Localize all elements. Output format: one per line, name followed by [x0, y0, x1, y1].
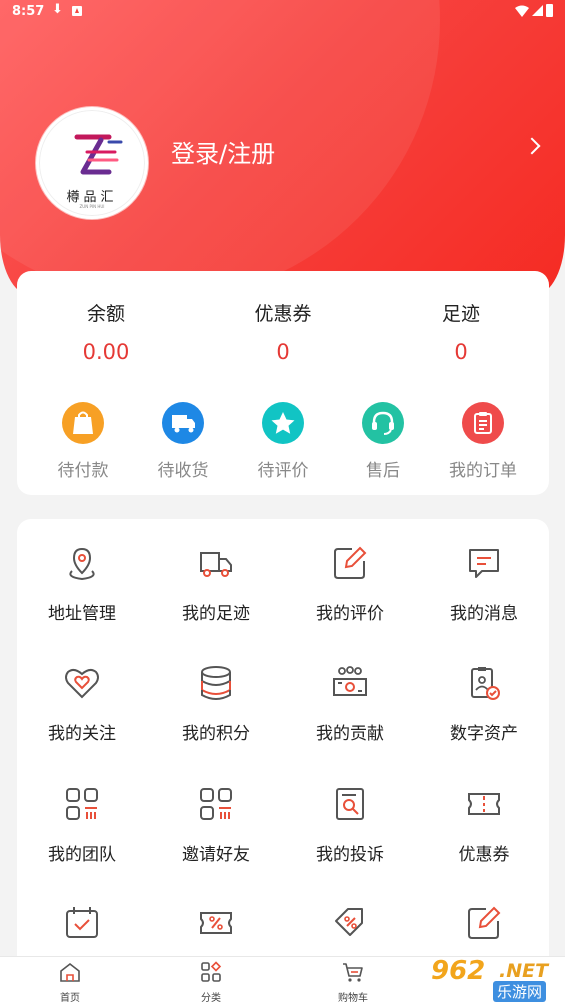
stat-label: 优惠券: [254, 303, 312, 325]
grid-apps-icon: [66, 788, 98, 820]
service-coupons[interactable]: 优惠券: [429, 784, 539, 865]
service-edit[interactable]: [429, 903, 539, 959]
service-reviews[interactable]: 我的评价: [295, 543, 405, 624]
wifi-icon: [515, 5, 529, 17]
nav-label: 分类: [201, 993, 221, 1004]
ticket-icon: [468, 793, 500, 815]
doc-search-icon: [336, 788, 364, 820]
download-icon: ⬇: [52, 2, 63, 17]
nav-home[interactable]: 首页: [30, 961, 110, 1004]
service-invite-friends[interactable]: 邀请好友: [161, 784, 271, 865]
edit-square-icon: [334, 546, 367, 579]
service-label: 邀请好友: [182, 845, 250, 865]
service-label: 我的团队: [48, 845, 116, 865]
avatar[interactable]: 樽品汇 ZUN PIN HUI: [36, 107, 148, 219]
order-my-orders[interactable]: 我的订单: [438, 402, 528, 481]
stat-value: 0.00: [82, 340, 130, 364]
services-card: 地址管理 我的足迹 我的评价 我的消息 我的关注 我的积分 我的贡献 数字资产 …: [17, 519, 549, 1004]
status-time: 8:57: [12, 4, 45, 19]
home-icon: [60, 962, 80, 982]
stat-coupons[interactable]: 优惠券 0: [223, 299, 343, 364]
watermark-site-name: 乐游网: [493, 981, 547, 1002]
service-digital-assets[interactable]: 数字资产: [429, 663, 539, 744]
service-messages[interactable]: 我的消息: [429, 543, 539, 624]
service-address[interactable]: 地址管理: [27, 543, 137, 624]
discount-tag-icon: [335, 908, 363, 936]
grid-apps-icon: [200, 788, 232, 820]
order-after-sales[interactable]: 售后: [338, 402, 428, 481]
service-promo-tag[interactable]: [295, 903, 405, 959]
status-bar: 8:57 ⬇: [0, 0, 565, 24]
headset-icon: [362, 402, 404, 444]
signal-icon: [532, 5, 543, 16]
heart-icon: [65, 668, 99, 699]
service-points[interactable]: 我的积分: [161, 663, 271, 744]
service-contribution[interactable]: 我的贡献: [295, 663, 405, 744]
order-pending-payment[interactable]: 待付款: [38, 402, 128, 481]
login-register-link[interactable]: 登录/注册: [171, 134, 275, 169]
badge-check-icon: [471, 667, 500, 700]
service-team[interactable]: 我的团队: [27, 784, 137, 865]
service-label: 我的积分: [182, 724, 250, 744]
category-icon: [201, 961, 222, 982]
service-label: 地址管理: [48, 604, 116, 624]
service-checkin[interactable]: [27, 903, 137, 959]
nav-label: 首页: [60, 993, 80, 1004]
order-label: 待评价: [257, 461, 309, 481]
cart-icon: [343, 963, 363, 982]
watermark-tld: .NET: [499, 960, 549, 982]
calendar-check-icon: [66, 907, 98, 938]
service-label: 数字资产: [450, 724, 518, 744]
service-label: 我的关注: [48, 724, 116, 744]
shopping-bag-icon: [62, 402, 104, 444]
battery-icon: [546, 4, 553, 17]
stat-label: 余额: [86, 303, 125, 325]
service-footprint[interactable]: 我的足迹: [161, 543, 271, 624]
service-discount-ticket[interactable]: [161, 903, 271, 959]
service-label: 我的足迹: [182, 604, 250, 624]
coin-stack-icon: [201, 666, 231, 700]
star-icon: [262, 402, 304, 444]
brand-logo-subtitle: ZUN PIN HUI: [79, 204, 105, 209]
service-label: 我的贡献: [316, 724, 384, 744]
service-label: 我的投诉: [316, 845, 384, 865]
account-summary-card: 余额 0.00 优惠券 0 足迹 0 待付款 待收货 待评价 售后 我的订单: [17, 271, 549, 495]
chevron-right-icon[interactable]: [523, 137, 541, 155]
message-icon: [469, 549, 499, 578]
order-label: 待付款: [57, 461, 109, 481]
clipboard-icon: [462, 402, 504, 444]
stat-balance[interactable]: 余额 0.00: [46, 299, 166, 364]
service-complaints[interactable]: 我的投诉: [295, 784, 405, 865]
stat-value: 0: [276, 340, 290, 364]
nav-category[interactable]: 分类: [171, 961, 251, 1004]
order-pending-review[interactable]: 待评价: [238, 402, 328, 481]
stat-label: 足迹: [441, 303, 480, 325]
site-watermark: 962 .NET 乐游网: [427, 956, 565, 1002]
truck-outline-icon: [200, 552, 232, 577]
truck-icon: [162, 402, 204, 444]
nav-cart[interactable]: 购物车: [313, 961, 393, 1004]
profile-header: 8:57 ⬇ 樽品汇 ZUN PIN HUI 登录/注册: [0, 0, 565, 295]
stat-footprint[interactable]: 足迹 0: [401, 299, 521, 364]
order-pending-receipt[interactable]: 待收货: [138, 402, 228, 481]
order-label: 我的订单: [449, 461, 517, 481]
location-pin-icon: [69, 547, 95, 581]
service-label: 优惠券: [458, 845, 510, 865]
service-label: 我的评价: [316, 604, 384, 624]
order-label: 售后: [366, 461, 400, 481]
edit-square-icon: [468, 906, 501, 939]
team-money-icon: [333, 666, 367, 696]
nav-label: 购物车: [338, 993, 368, 1004]
percent-ticket-icon: [200, 912, 232, 934]
order-label: 待收货: [157, 461, 209, 481]
service-following[interactable]: 我的关注: [27, 663, 137, 744]
app-notification-icon: [72, 6, 82, 16]
stat-value: 0: [454, 340, 468, 364]
watermark-number: 962: [431, 956, 486, 986]
brand-logo-text: 樽品汇: [66, 190, 118, 205]
service-label: 我的消息: [450, 604, 518, 624]
